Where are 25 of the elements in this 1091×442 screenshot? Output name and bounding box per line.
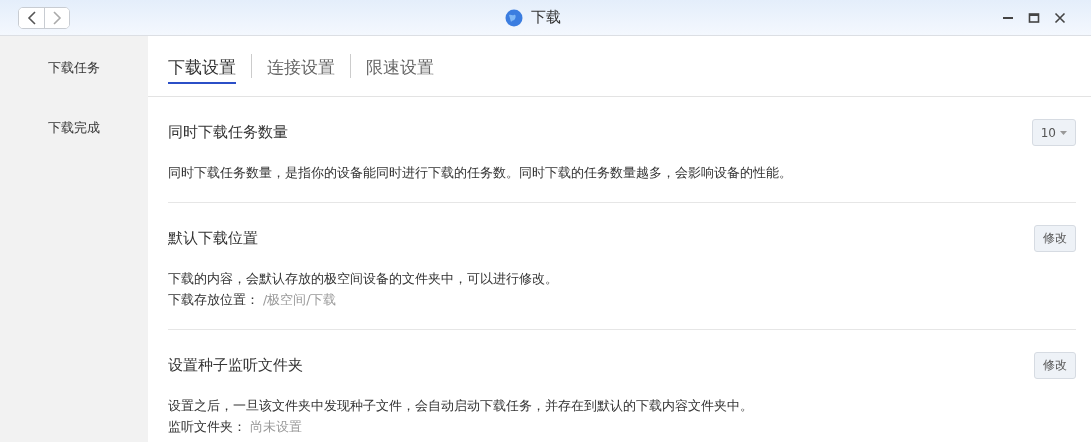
section-title: 设置种子监听文件夹 xyxy=(168,356,303,375)
sidebar-item[interactable]: 下载任务 xyxy=(48,58,100,78)
edit-button[interactable]: 修改 xyxy=(1034,225,1076,252)
field-value: /极空间/下载 xyxy=(263,291,337,309)
field-label: 下载存放位置： xyxy=(168,291,259,309)
tab[interactable]: 下载设置 xyxy=(168,52,236,84)
window-title: 下载 xyxy=(530,8,561,27)
section-description: 同时下载任务数量，是指你的设备能同时进行下载的任务数。同时下载的任务数量越多，会影响设备的性能。 xyxy=(168,164,793,182)
field-value: 尚未设置 xyxy=(250,418,302,436)
section-title: 默认下载位置 xyxy=(168,229,258,248)
tab[interactable]: 连接设置 xyxy=(267,52,335,84)
maximize-icon xyxy=(1028,11,1040,24)
chevron-right-icon xyxy=(52,10,62,25)
globe-icon xyxy=(504,8,523,27)
section-title: 同时下载任务数量 xyxy=(168,123,288,142)
chevron-left-icon xyxy=(26,10,37,25)
sidebar-item[interactable]: 下载完成 xyxy=(48,118,100,138)
section-description: 下载的内容，会默认存放的极空间设备的文件夹中，可以进行修改。 xyxy=(168,270,559,288)
count-dropdown[interactable]: 10 xyxy=(1031,119,1076,146)
field-label: 监听文件夹： xyxy=(168,418,246,436)
edit-button[interactable]: 修改 xyxy=(1034,352,1076,379)
close-icon xyxy=(1054,11,1066,24)
section-description: 设置之后，一旦该文件夹中发现种子文件，会自动启动下载任务，并存在到默认的下载内容文件夹中。 xyxy=(168,397,754,415)
caret-down-icon xyxy=(1060,130,1067,135)
tab[interactable]: 限速设置 xyxy=(366,52,434,84)
